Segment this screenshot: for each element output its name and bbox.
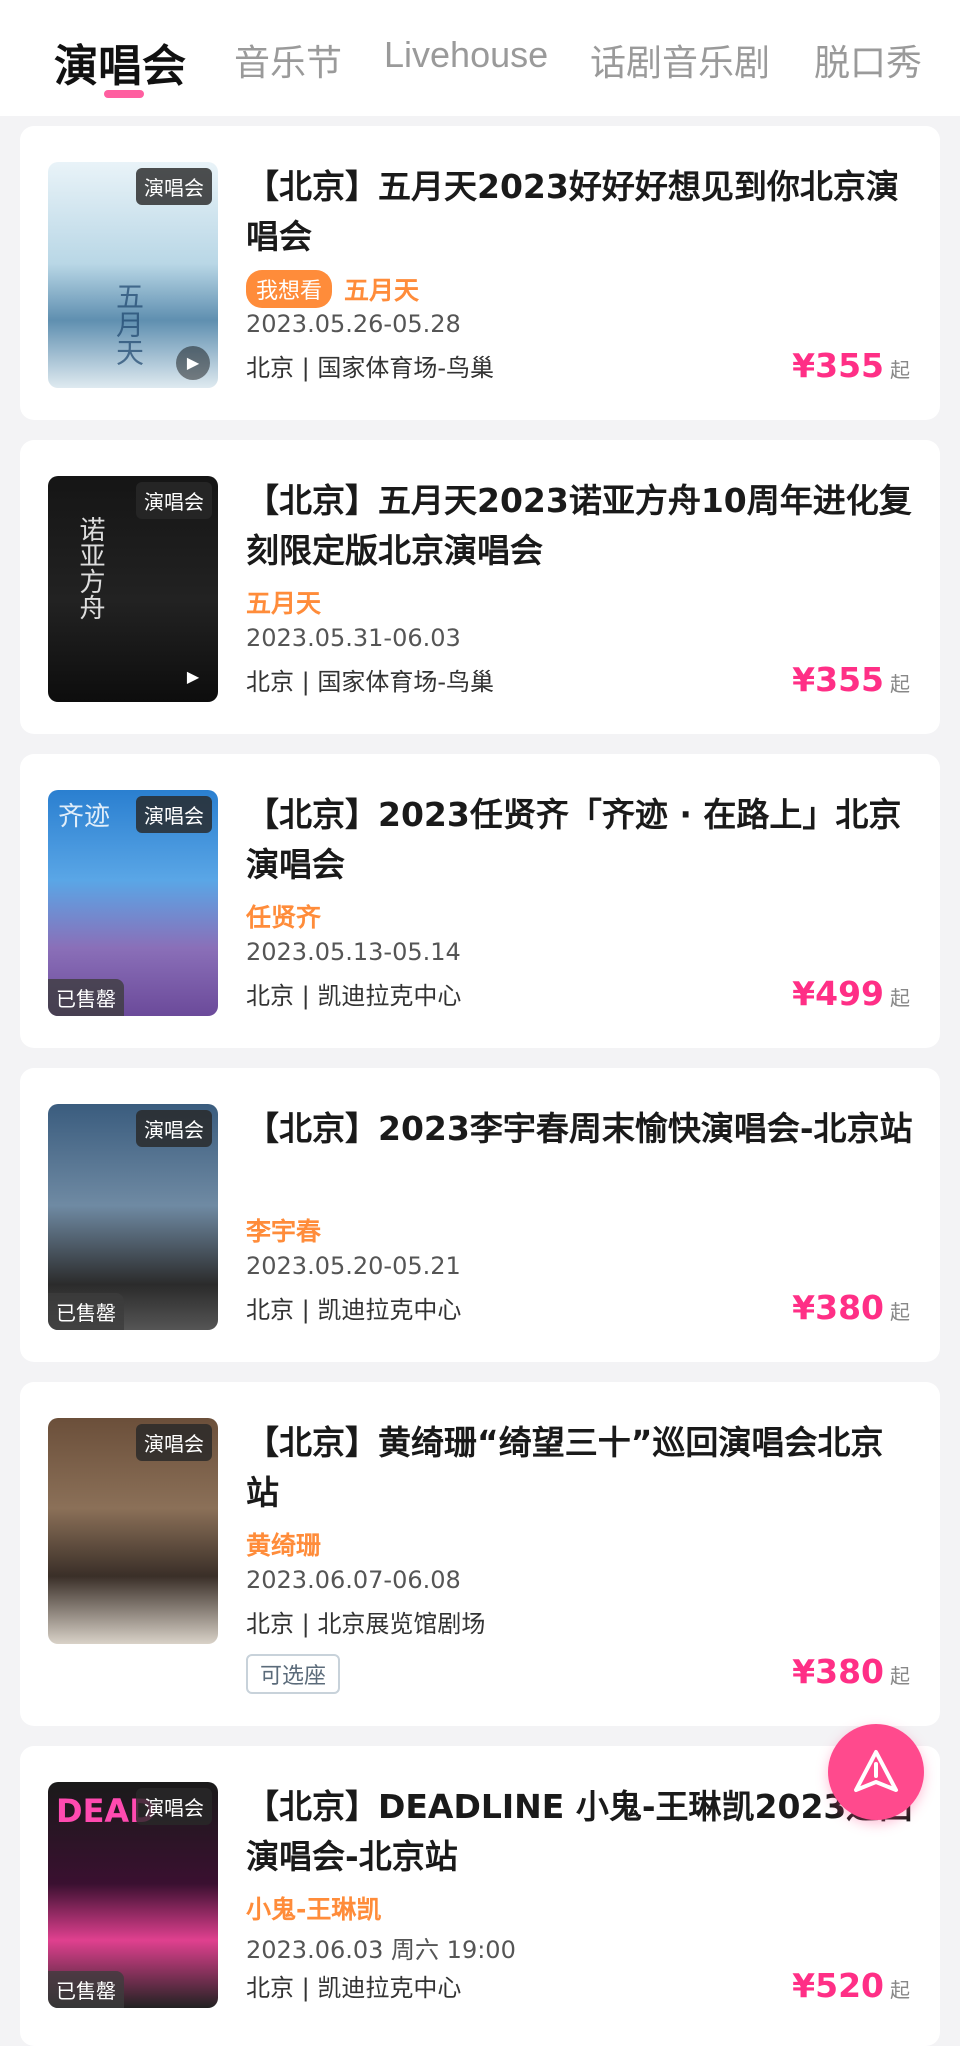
price-suffix: 起 <box>890 1978 910 2002</box>
event-poster: DEAD 演唱会 已售罄 <box>48 1782 218 2008</box>
event-title[interactable]: 【北京】黄绮珊“绮望三十”巡回演唱会北京站 <box>246 1418 916 1518</box>
play-icon[interactable]: ▶ <box>176 346 210 380</box>
category-tag: 演唱会 <box>136 1788 212 1825</box>
price-amount: ¥380 <box>792 1288 884 1327</box>
price: ¥355 起 <box>792 660 910 699</box>
price: ¥499 起 <box>792 974 910 1013</box>
tab-standup-comedy[interactable]: 脱口秀 <box>814 34 922 86</box>
sold-out-badge: 已售罄 <box>48 979 124 1016</box>
price: ¥355 起 <box>792 346 910 385</box>
tab-music-festival[interactable]: 音乐节 <box>234 34 342 86</box>
poster-art-text: 五月天 <box>112 282 145 366</box>
category-tag: 演唱会 <box>136 482 212 519</box>
event-date: 2023.06.03 周六 19:00 <box>246 1936 516 1964</box>
price: ¥380 起 <box>792 1652 910 1691</box>
event-venue: 北京 | 国家体育场-鸟巢 <box>246 668 495 696</box>
artist-name: 五月天 <box>246 589 322 618</box>
price-suffix: 起 <box>890 358 910 382</box>
floating-action-button[interactable] <box>828 1724 924 1820</box>
artist-row: 我想看 五月天 <box>246 270 419 308</box>
poster-art-text: 齐迹 <box>58 802 111 832</box>
price-suffix: 起 <box>890 672 910 696</box>
event-card[interactable]: 演唱会 已售罄 【北京】2023李宇春周末愉快演唱会-北京站 李宇春 2023.… <box>20 1068 940 1362</box>
event-card[interactable]: 五月天 演唱会 ▶ 【北京】五月天2023好好好想见到你北京演唱会 我想看 五月… <box>20 126 940 420</box>
price-suffix: 起 <box>890 986 910 1010</box>
play-icon[interactable]: ▶ <box>176 660 210 694</box>
category-tab-bar: 演唱会 音乐节 Livehouse 话剧音乐剧 脱口秀 <box>0 0 960 116</box>
price-amount: ¥355 <box>792 660 884 699</box>
price-amount: ¥380 <box>792 1652 884 1691</box>
sold-out-badge: 已售罄 <box>48 1293 124 1330</box>
tab-livehouse[interactable]: Livehouse <box>384 34 548 76</box>
poster-art-text: 诺亚方舟 <box>75 516 105 620</box>
event-card[interactable]: 演唱会 【北京】黄绮珊“绮望三十”巡回演唱会北京站 黄绮珊 2023.06.07… <box>20 1382 940 1726</box>
category-tag: 演唱会 <box>136 796 212 833</box>
event-venue: 北京 | 凯迪拉克中心 <box>246 982 462 1010</box>
price-suffix: 起 <box>890 1664 910 1688</box>
event-venue: 北京 | 凯迪拉克中心 <box>246 1296 462 1324</box>
price: ¥380 起 <box>792 1288 910 1327</box>
event-date: 2023.05.26-05.28 <box>246 310 461 338</box>
category-tag: 演唱会 <box>136 1424 212 1461</box>
category-tag: 演唱会 <box>136 168 212 205</box>
artist-row: 任贤齐 <box>246 898 321 934</box>
artist-row: 小鬼-王琳凯 <box>246 1890 381 1926</box>
artist-row: 黄绮珊 <box>246 1526 321 1562</box>
price-amount: ¥499 <box>792 974 884 1013</box>
event-venue: 北京 | 凯迪拉克中心 <box>246 1974 462 2002</box>
event-card[interactable]: DEAD 演唱会 已售罄 【北京】DEADLINE 小鬼-王琳凯2023巡回演唱… <box>20 1746 940 2046</box>
category-tag: 演唱会 <box>136 1110 212 1147</box>
price-amount: ¥520 <box>792 1966 884 2005</box>
event-poster: 五月天 演唱会 ▶ <box>48 162 218 388</box>
event-venue: 北京 | 北京展览馆剧场 <box>246 1610 486 1638</box>
event-title[interactable]: 【北京】五月天2023诺亚方舟10周年进化复刻限定版北京演唱会 <box>246 476 916 576</box>
event-date: 2023.05.31-06.03 <box>246 624 461 652</box>
paper-plane-icon <box>854 1750 898 1792</box>
event-title[interactable]: 【北京】五月天2023好好好想见到你北京演唱会 <box>246 162 916 262</box>
event-poster: 演唱会 <box>48 1418 218 1644</box>
price-amount: ¥355 <box>792 346 884 385</box>
event-poster: 诺亚方舟 演唱会 ▶ <box>48 476 218 702</box>
tab-drama-musical[interactable]: 话剧音乐剧 <box>590 34 770 86</box>
sold-out-badge: 已售罄 <box>48 1971 124 2008</box>
event-card[interactable]: 诺亚方舟 演唱会 ▶ 【北京】五月天2023诺亚方舟10周年进化复刻限定版北京演… <box>20 440 940 734</box>
event-poster: 演唱会 已售罄 <box>48 1104 218 1330</box>
artist-row: 五月天 <box>246 584 321 620</box>
event-date: 2023.05.20-05.21 <box>246 1252 461 1280</box>
want-to-see-badge[interactable]: 我想看 <box>246 270 333 308</box>
event-title[interactable]: 【北京】2023任贤齐「齐迹 · 在路上」北京演唱会 <box>246 790 916 890</box>
artist-name: 五月天 <box>344 276 420 305</box>
artist-name: 任贤齐 <box>246 903 322 932</box>
artist-row: 李宇春 <box>246 1212 321 1248</box>
active-tab-indicator <box>104 90 144 98</box>
artist-name: 黄绮珊 <box>246 1531 322 1560</box>
event-poster: 齐迹 演唱会 已售罄 <box>48 790 218 1016</box>
price: ¥520 起 <box>792 1966 910 2005</box>
event-venue: 北京 | 国家体育场-鸟巢 <box>246 354 495 382</box>
event-title[interactable]: 【北京】DEADLINE 小鬼-王琳凯2023巡回演唱会-北京站 <box>246 1782 916 1882</box>
artist-name: 小鬼-王琳凯 <box>246 1895 382 1924</box>
event-date: 2023.06.07-06.08 <box>246 1566 461 1594</box>
event-card[interactable]: 齐迹 演唱会 已售罄 【北京】2023任贤齐「齐迹 · 在路上」北京演唱会 任贤… <box>20 754 940 1048</box>
seat-selectable-badge[interactable]: 可选座 <box>246 1654 341 1694</box>
artist-name: 李宇春 <box>246 1217 322 1246</box>
event-title[interactable]: 【北京】2023李宇春周末愉快演唱会-北京站 <box>246 1104 916 1154</box>
tab-concert[interactable]: 演唱会 <box>54 30 186 94</box>
event-date: 2023.05.13-05.14 <box>246 938 461 966</box>
price-suffix: 起 <box>890 1300 910 1324</box>
